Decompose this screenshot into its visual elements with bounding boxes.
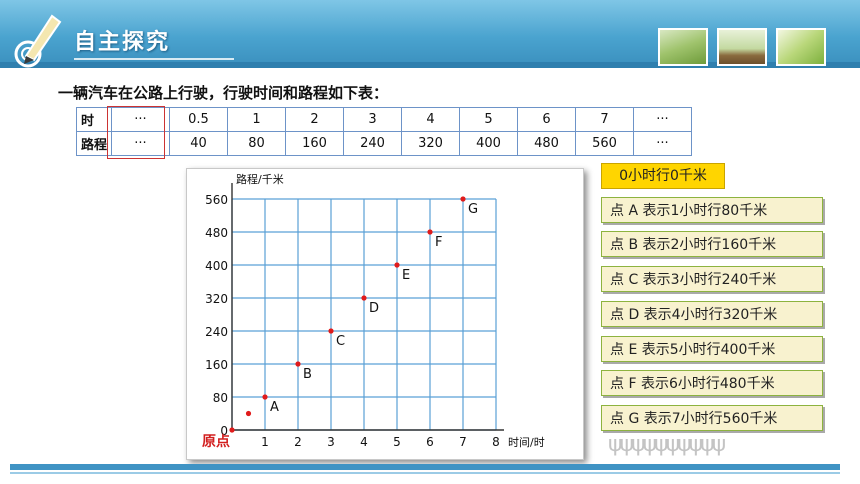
highlight-box xyxy=(107,106,165,159)
x-tick-label: 6 xyxy=(426,435,434,449)
table-cell: 320 xyxy=(401,131,460,156)
x-tick-label: 8 xyxy=(492,435,500,449)
data-point xyxy=(229,427,235,433)
point-label: B xyxy=(303,367,312,382)
note-point-b: 点 B 表示2小时行160千米 xyxy=(601,231,823,257)
data-point xyxy=(460,196,466,202)
point-label: E xyxy=(402,268,410,283)
scatter-chart: 0801602403204004805601 2 3 4 5 6 7 8路程/千米时间/时原点… xyxy=(202,173,545,450)
y-axis-label: 路程/千米 xyxy=(236,173,284,186)
table-cell: 3 xyxy=(343,107,402,132)
data-point xyxy=(361,295,367,301)
plant-photo-1 xyxy=(658,28,708,66)
note-point-e: 点 E 表示5小时行400千米 xyxy=(601,336,823,362)
table-cell: 5 xyxy=(459,107,518,132)
x-tick-label: 5 xyxy=(393,435,401,449)
y-tick-label: 400 xyxy=(205,259,228,273)
table-cell: ··· xyxy=(633,107,692,132)
table-cell: 400 xyxy=(459,131,518,156)
y-tick-label: 320 xyxy=(205,292,228,306)
note-point-a: 点 A 表示1小时行80千米 xyxy=(601,197,823,223)
note-point-c: 点 C 表示3小时行240千米 xyxy=(601,266,823,292)
title-underline xyxy=(74,58,234,60)
y-tick-label: 80 xyxy=(213,391,228,405)
origin-label: 原点 xyxy=(202,433,230,450)
x-tick-label: 1 xyxy=(261,435,269,449)
x-axis-label: 时间/时 xyxy=(508,436,545,449)
table-cell: 0.5 xyxy=(169,107,228,132)
table-cell: 240 xyxy=(343,131,402,156)
table-cell: 2 xyxy=(285,107,344,132)
table-cell: 40 xyxy=(169,131,228,156)
data-point xyxy=(245,410,252,417)
table-row: 路程 ··· 40 80 160 240 320 400 480 560 ··· xyxy=(76,131,692,156)
pencil-icon xyxy=(14,14,62,68)
table-cell: 6 xyxy=(517,107,576,132)
table-cell: 80 xyxy=(227,131,286,156)
page-title: 自主探究 xyxy=(74,30,171,55)
y-tick-label: 560 xyxy=(205,193,228,207)
note-point-d: 点 D 表示4小时行320千米 xyxy=(601,301,823,327)
data-point xyxy=(328,328,334,334)
point-label: C xyxy=(336,334,345,349)
note-point-f: 点 F 表示6小时行480千米 xyxy=(601,370,823,396)
y-tick-label: 480 xyxy=(205,226,228,240)
table-cell: 160 xyxy=(285,131,344,156)
data-point xyxy=(295,361,301,367)
point-label: D xyxy=(369,301,379,316)
point-label: G xyxy=(468,202,478,217)
problem-statement: 一辆汽车在公路上行驶，行驶时间和路程如下表： xyxy=(58,84,389,102)
data-point xyxy=(262,394,268,400)
table-cell: 4 xyxy=(401,107,460,132)
x-tick-label: 7 xyxy=(459,435,467,449)
table-cell: 7 xyxy=(575,107,634,132)
plant-photo-3 xyxy=(776,28,826,66)
note-point-g: 点 G 表示7小时行560千米 xyxy=(601,405,823,431)
time-distance-table: 时 ··· 0.5 1 2 3 4 5 6 7 ··· 路程 ··· 40 80… xyxy=(76,107,692,156)
plant-photo-2 xyxy=(717,28,767,66)
x-tick-label: 3 xyxy=(327,435,335,449)
y-tick-label: 160 xyxy=(205,358,228,372)
zero-note: 0小时行0千米 xyxy=(601,163,725,189)
footer-bar-light xyxy=(10,472,840,474)
point-label: F xyxy=(435,235,442,250)
x-tick-label: 4 xyxy=(360,435,368,449)
table-cell: 560 xyxy=(575,131,634,156)
table-cell: ··· xyxy=(633,131,692,156)
x-tick-label: 2 xyxy=(294,435,302,449)
table-row: 时 ··· 0.5 1 2 3 4 5 6 7 ··· xyxy=(76,107,692,132)
table-cell: 480 xyxy=(517,131,576,156)
table-cell: 1 xyxy=(227,107,286,132)
footer-bar xyxy=(10,464,840,470)
data-point xyxy=(394,262,400,268)
y-tick-label: 240 xyxy=(205,325,228,339)
point-label: A xyxy=(270,400,279,415)
grass-decoration: ψψψψψψψψψψ xyxy=(608,432,726,457)
data-point xyxy=(427,229,433,235)
